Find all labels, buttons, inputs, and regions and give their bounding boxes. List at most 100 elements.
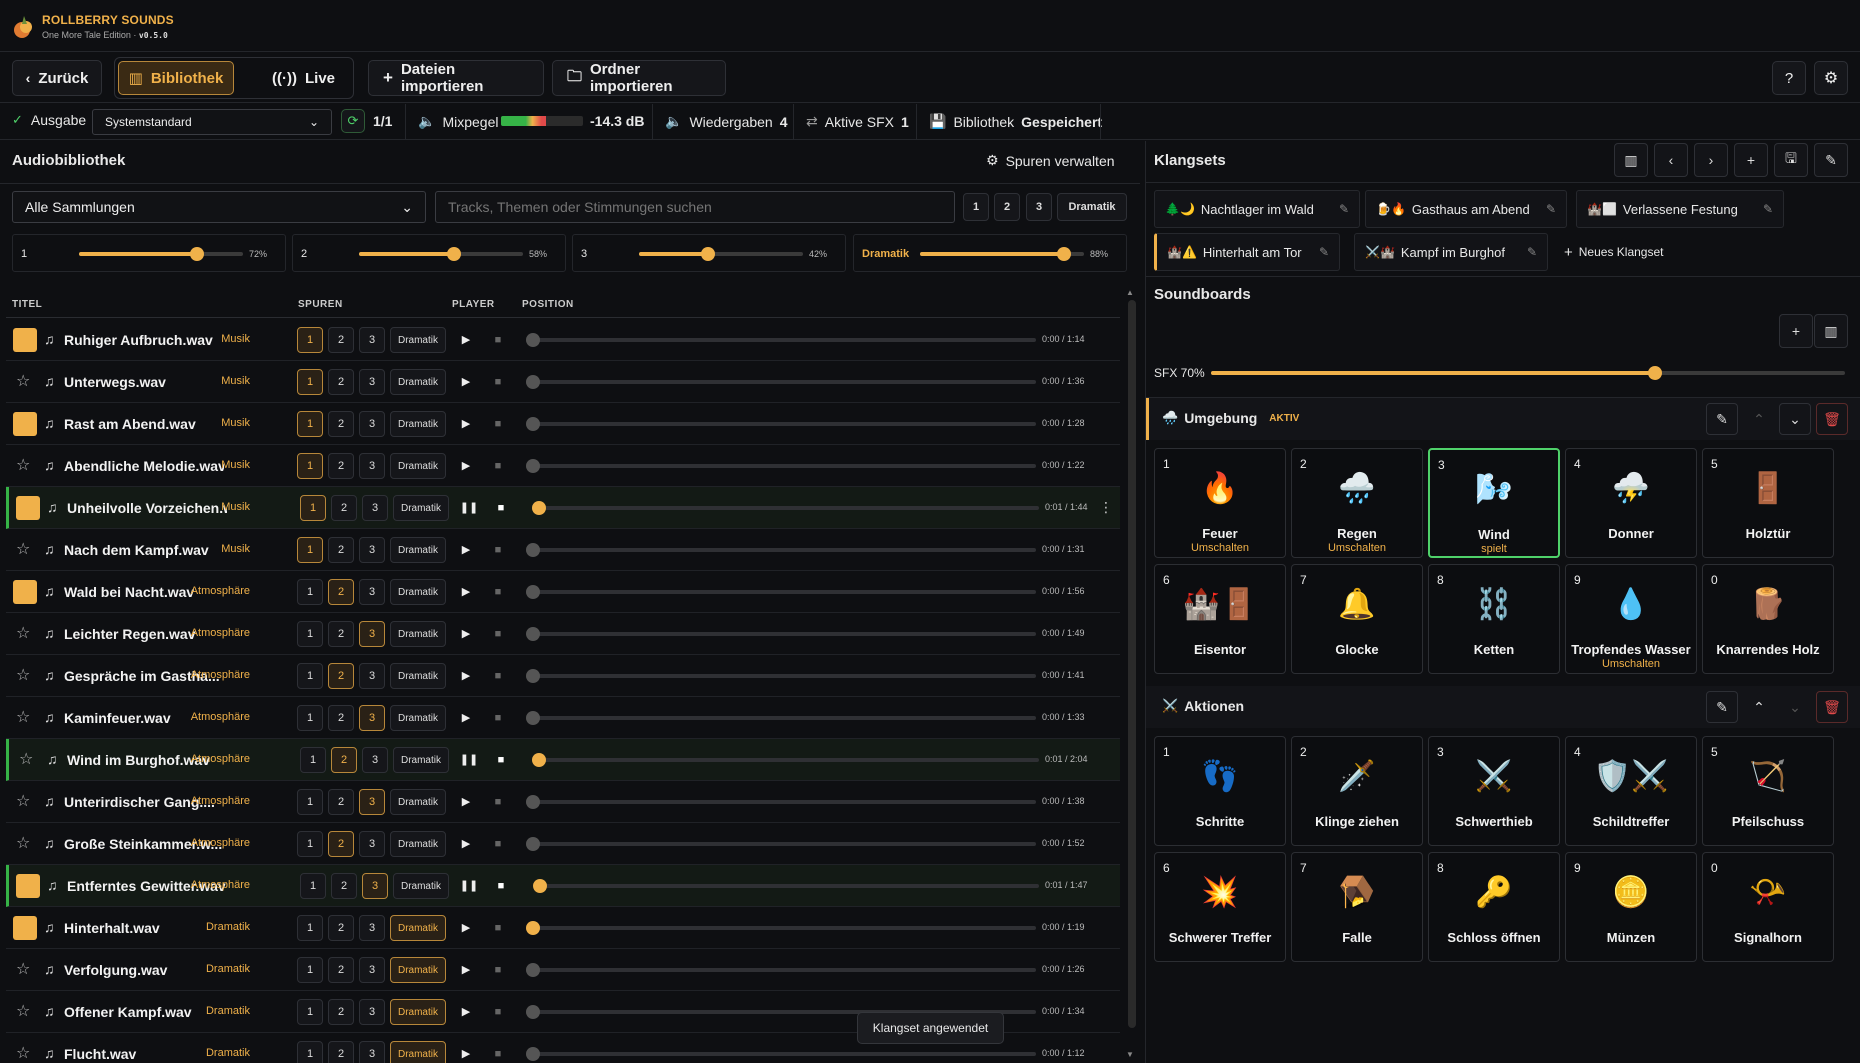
- track-chip-3[interactable]: 3: [359, 537, 385, 563]
- track-chip-3[interactable]: 3: [362, 873, 388, 899]
- sfx-pad[interactable]: 9 💧 Tropfendes Wasser Umschalten: [1565, 564, 1697, 674]
- sfx-pad[interactable]: 9 🪙 Münzen: [1565, 852, 1697, 962]
- favorite-marker[interactable]: [16, 496, 40, 520]
- slider-knob[interactable]: [532, 879, 547, 893]
- track-chip-3[interactable]: 3: [359, 369, 385, 395]
- sfx-pad[interactable]: 1 🔥 Feuer Umschalten: [1154, 448, 1286, 558]
- favorite-marker[interactable]: [13, 328, 37, 352]
- star-icon[interactable]: ☆: [16, 1043, 30, 1063]
- slider-knob[interactable]: [190, 247, 205, 261]
- output-select[interactable]: Systemstandard ⌄: [92, 109, 332, 135]
- position-slider[interactable]: [526, 459, 1036, 473]
- table-row[interactable]: ♫ Unheilvolle Vorzeichen.wavMusik 123Drama…: [6, 487, 1120, 529]
- sfx-pad[interactable]: 2 🗡️ Klinge ziehen: [1291, 736, 1423, 846]
- position-slider[interactable]: [526, 543, 1036, 557]
- pencil-icon[interactable]: ✎: [1546, 202, 1556, 216]
- sfx-pad[interactable]: 5 🏹 Pfeilschuss: [1702, 736, 1834, 846]
- track-chip-2[interactable]: 2: [331, 873, 357, 899]
- track-chip-2[interactable]: 2: [331, 495, 357, 521]
- track-chip-3[interactable]: 3: [359, 1041, 385, 1063]
- stop-icon[interactable]: ■: [488, 666, 508, 686]
- slider-knob[interactable]: [526, 711, 540, 725]
- board-library-button[interactable]: ▥: [1814, 314, 1848, 348]
- slider-knob[interactable]: [700, 247, 715, 261]
- track-chip-1[interactable]: 1: [300, 873, 326, 899]
- track-chip-3[interactable]: 3: [359, 789, 385, 815]
- stop-icon[interactable]: ■: [491, 498, 511, 518]
- tab-live[interactable]: ((·)) Live: [258, 61, 349, 95]
- track-chip-1[interactable]: 1: [297, 369, 323, 395]
- slider-knob[interactable]: [526, 963, 540, 977]
- slider-knob[interactable]: [447, 247, 462, 261]
- settings-button[interactable]: ⚙: [1814, 61, 1848, 95]
- slider-knob[interactable]: [526, 375, 540, 389]
- sfx-pad[interactable]: 3 🌬️ Wind spielt: [1428, 448, 1560, 558]
- table-row[interactable]: ☆ ♫ Wind im Burghof.wav Atmosphäre 1 2 3 Dramat…: [6, 739, 1120, 781]
- stop-icon[interactable]: ■: [488, 456, 508, 476]
- stop-icon[interactable]: ■: [491, 876, 511, 896]
- sfx-pad[interactable]: 1 👣 Schritte: [1154, 736, 1286, 846]
- track-chip-1[interactable]: 1: [297, 705, 323, 731]
- sfx-pad[interactable]: 4 🛡️⚔️ Schildtreffer: [1565, 736, 1697, 846]
- track-chip-2[interactable]: 2: [328, 369, 354, 395]
- track-chip-dramatik[interactable]: Dramatik: [393, 747, 449, 773]
- stop-icon[interactable]: ■: [488, 330, 508, 350]
- track-chip-2[interactable]: 2: [328, 915, 354, 941]
- position-slider[interactable]: [526, 333, 1036, 347]
- track-chip-2[interactable]: 2: [328, 957, 354, 983]
- collection-select[interactable]: Alle Sammlungen ⌄: [12, 191, 426, 223]
- tab-bibliothek[interactable]: ▥ Bibliothek: [118, 61, 234, 95]
- track-chip-3[interactable]: 3: [362, 747, 388, 773]
- library-button[interactable]: ▥: [1614, 143, 1648, 177]
- slider-knob[interactable]: [526, 627, 540, 641]
- volume-slider-3[interactable]: [920, 247, 1084, 261]
- track-chip-3[interactable]: 3: [359, 621, 385, 647]
- play-icon[interactable]: ▶: [456, 666, 476, 686]
- slider-knob[interactable]: [526, 333, 540, 347]
- play-icon[interactable]: ▶: [456, 624, 476, 644]
- next-set-button[interactable]: ›: [1694, 143, 1728, 177]
- track-chip-1[interactable]: 1: [297, 999, 323, 1025]
- table-row[interactable]: ♫ Rast am Abend.wav Musik 1 2 3 Dramatik ▶ ■ 0:00…: [6, 403, 1120, 445]
- table-row[interactable]: ☆ ♫ Gespräche im Gastha... Atmosphäre 1 2 3 Dra…: [6, 655, 1120, 697]
- position-slider[interactable]: [526, 837, 1036, 851]
- klangset-tab[interactable]: 🏰⚠️ Hinterhalt am Tor ✎: [1154, 233, 1340, 271]
- track-chip-dramatik[interactable]: Dramatik: [390, 579, 446, 605]
- sfx-pad[interactable]: 0 🪵 Knarrendes Holz: [1702, 564, 1834, 674]
- track-chip-1[interactable]: 1: [297, 537, 323, 563]
- pencil-icon[interactable]: ✎: [1527, 245, 1537, 259]
- chevron-up-icon[interactable]: ⌃: [1743, 403, 1775, 435]
- position-slider[interactable]: [526, 963, 1036, 977]
- volume-slider-2[interactable]: [639, 247, 803, 261]
- play-icon[interactable]: ▶: [456, 456, 476, 476]
- track-chip-2[interactable]: 2: [331, 747, 357, 773]
- star-icon[interactable]: ☆: [16, 665, 30, 685]
- stop-icon[interactable]: ■: [488, 708, 508, 728]
- track-chip-dramatik[interactable]: Dramatik: [390, 663, 446, 689]
- table-row[interactable]: ☆ ♫ Große Steinkammer.w... Atmosphäre 1 2 3 Dra…: [6, 823, 1120, 865]
- track-chip-1[interactable]: 1: [297, 411, 323, 437]
- sfx-pad[interactable]: 0 📯 Signalhorn: [1702, 852, 1834, 962]
- slider-knob[interactable]: [526, 585, 540, 599]
- play-icon[interactable]: ▶: [456, 582, 476, 602]
- play-icon[interactable]: ▶: [456, 834, 476, 854]
- sfx-pad[interactable]: 3 ⚔️ Schwerthieb: [1428, 736, 1560, 846]
- stop-icon[interactable]: ■: [488, 834, 508, 854]
- table-row[interactable]: ☆ ♫ Leichter Regen.wav Atmosphäre 1 2 3 Dramati…: [6, 613, 1120, 655]
- slider-knob[interactable]: [526, 921, 540, 935]
- trash-icon[interactable]: 🗑: [1816, 691, 1848, 723]
- new-klangset-button[interactable]: + Neues Klangset: [1554, 233, 1676, 271]
- track-chip-dramatik[interactable]: Dramatik: [390, 831, 446, 857]
- manage-tracks-button[interactable]: ⚙ Spuren verwalten: [986, 152, 1115, 169]
- track-chip-3[interactable]: 3: [362, 495, 388, 521]
- star-icon[interactable]: ☆: [16, 539, 30, 559]
- track-chip-3[interactable]: 3: [359, 915, 385, 941]
- track-chip-2[interactable]: 2: [328, 705, 354, 731]
- stop-icon[interactable]: ■: [488, 960, 508, 980]
- position-slider[interactable]: [526, 417, 1036, 431]
- chevron-up-icon[interactable]: ⌃: [1743, 691, 1775, 723]
- table-row[interactable]: ☆ ♫ Verfolgung.wav Dramatik 1 2 3 Dramatik ▶ ■ 0:0…: [6, 949, 1120, 991]
- track-chip-dramatik[interactable]: Dramatik: [390, 705, 446, 731]
- position-slider[interactable]: [531, 753, 1039, 767]
- star-icon[interactable]: ☆: [16, 959, 30, 979]
